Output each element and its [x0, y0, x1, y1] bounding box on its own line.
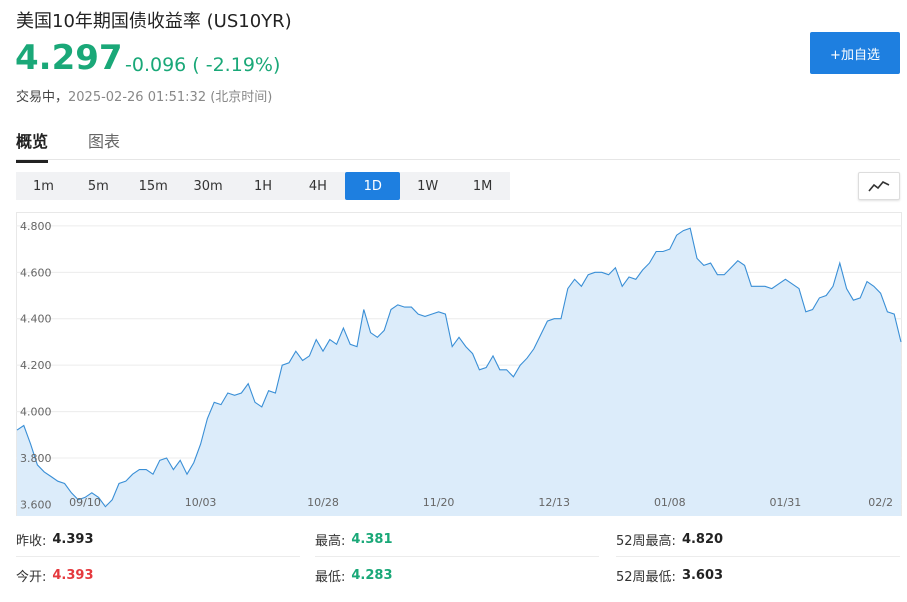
tab-bar: 概览 图表	[16, 126, 900, 163]
x-tick-label: 02/2	[868, 496, 893, 509]
add-watchlist-button[interactable]: +加自选	[810, 32, 900, 74]
week52-low-value: 3.603	[681, 567, 724, 583]
range-1mo-button[interactable]: 1M	[455, 172, 510, 200]
prev-close-value: 4.393	[52, 531, 94, 547]
x-tick-label: 01/31	[770, 496, 802, 509]
prev-close-label: 昨收:	[16, 533, 47, 549]
chart-type-button[interactable]	[858, 172, 900, 200]
x-tick-label: 10/28	[307, 496, 339, 509]
time-range-selector: 1m 5m 15m 30m 1H 4H 1D 1W 1M	[16, 172, 510, 200]
week52-low-label: 52周最低:	[616, 569, 676, 585]
low-label: 最低:	[315, 569, 346, 585]
x-tick-label: 09/10	[69, 496, 101, 509]
range-5m-button[interactable]: 5m	[71, 172, 126, 200]
yield-area-chart: 4.800 4.600 4.400 4.200 4.000 3.800 3.600 09/10…	[16, 212, 902, 516]
y-tick-label: 3.600	[20, 498, 52, 511]
x-tick-label: 12/13	[538, 496, 570, 509]
y-tick-label: 3.800	[20, 452, 52, 465]
stat-52w-high: 52周最高: 4.820	[616, 522, 900, 557]
open-value: 4.393	[52, 567, 94, 583]
open-label: 今开:	[16, 569, 47, 585]
price-change: -0.096 ( -2.19%)	[125, 54, 281, 76]
range-1d-button[interactable]: 1D	[345, 172, 401, 200]
trading-status: 交易中，2025-02-26 01:51:32 (北京时间)	[16, 86, 272, 105]
stat-52w-low: 52周最低: 3.603	[616, 558, 900, 592]
current-price: 4.297	[15, 38, 123, 78]
stat-low: 最低: 4.283	[315, 558, 599, 592]
range-1w-button[interactable]: 1W	[400, 172, 455, 200]
x-tick-label: 10/03	[185, 496, 217, 509]
week52-high-value: 4.820	[681, 531, 724, 547]
high-value: 4.381	[351, 531, 393, 547]
x-tick-label: 11/20	[423, 496, 455, 509]
stat-prev-close: 昨收: 4.393	[16, 522, 300, 557]
low-value: 4.283	[351, 567, 393, 583]
high-label: 最高:	[315, 533, 346, 549]
range-1h-button[interactable]: 1H	[236, 172, 291, 200]
range-15m-button[interactable]: 15m	[126, 172, 181, 200]
line-chart-icon	[868, 181, 890, 192]
y-tick-label: 4.000	[20, 406, 52, 419]
y-tick-label: 4.800	[20, 220, 52, 233]
stat-open: 今开: 4.393	[16, 558, 300, 592]
y-tick-label: 4.400	[20, 313, 52, 326]
tab-chart[interactable]: 图表	[88, 128, 120, 160]
range-4h-button[interactable]: 4H	[290, 172, 345, 200]
range-30m-button[interactable]: 30m	[181, 172, 236, 200]
stat-high: 最高: 4.381	[315, 522, 599, 557]
status-label: 交易中，	[16, 90, 69, 105]
y-tick-label: 4.600	[20, 266, 52, 279]
tab-overview[interactable]: 概览	[16, 128, 49, 163]
range-1m-button[interactable]: 1m	[16, 172, 71, 200]
x-tick-label: 01/08	[654, 496, 686, 509]
week52-high-label: 52周最高:	[616, 533, 676, 549]
timestamp: 2025-02-26 01:51:32 (北京时间)	[68, 90, 273, 105]
instrument-title: 美国10年期国债收益率 (US10YR)	[16, 11, 292, 32]
y-tick-label: 4.200	[20, 359, 52, 372]
